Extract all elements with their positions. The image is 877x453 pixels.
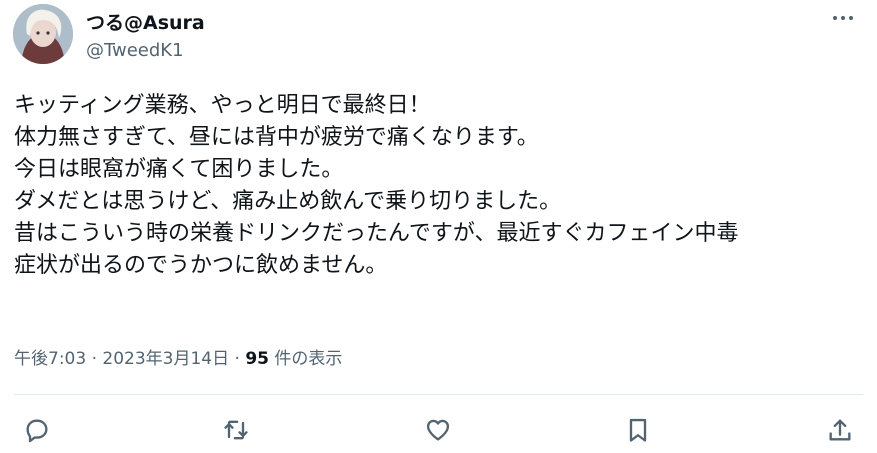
tweet-meta: 午後7:03 · 2023年3月14日 · 95 件の表示 bbox=[14, 344, 342, 369]
tweet-line: 昔はこういう時の栄養ドリンクだったんですが、最近すぐカフェイン中毒 bbox=[14, 221, 739, 246]
action-bar bbox=[0, 412, 877, 448]
share-button[interactable] bbox=[822, 412, 858, 448]
avatar[interactable] bbox=[13, 4, 73, 64]
tweet-line: 症状が出るのでうかつに飲めません。 bbox=[14, 253, 388, 278]
more-options-icon[interactable] bbox=[833, 12, 859, 24]
views-count: 95 bbox=[245, 349, 269, 369]
divider bbox=[14, 394, 863, 395]
tweet-line: 今日は眼窩が痛くて困りました。 bbox=[14, 157, 344, 182]
user-handle[interactable]: @TweedK1 bbox=[86, 40, 184, 61]
tweet-line: 体力無さすぎて、昼には背中が疲労で痛くなります。 bbox=[14, 125, 539, 150]
views-label: 件の表示 bbox=[268, 349, 343, 369]
like-icon bbox=[426, 419, 450, 441]
reply-icon bbox=[26, 419, 48, 443]
bookmark-icon bbox=[629, 418, 647, 442]
like-button[interactable] bbox=[420, 412, 456, 448]
tweet-text: キッティング業務、やっと明日で最終日！ 体力無さすぎて、昼には背中が疲労で痛くな… bbox=[14, 90, 864, 282]
tweet-line: キッティング業務、やっと明日で最終日！ bbox=[14, 93, 431, 118]
tweet-line: ダメだとは思うけど、痛み止め飲んで乗り切りました。 bbox=[14, 189, 562, 214]
bookmark-button[interactable] bbox=[620, 412, 656, 448]
avatar-image bbox=[13, 4, 73, 64]
timestamp[interactable]: 午後7:03 · 2023年3月14日 · bbox=[14, 349, 245, 369]
retweet-button[interactable] bbox=[218, 412, 254, 448]
share-icon bbox=[829, 419, 851, 441]
reply-button[interactable] bbox=[19, 412, 55, 448]
retweet-icon bbox=[224, 420, 248, 440]
display-name[interactable]: つる@Asura bbox=[86, 8, 205, 35]
